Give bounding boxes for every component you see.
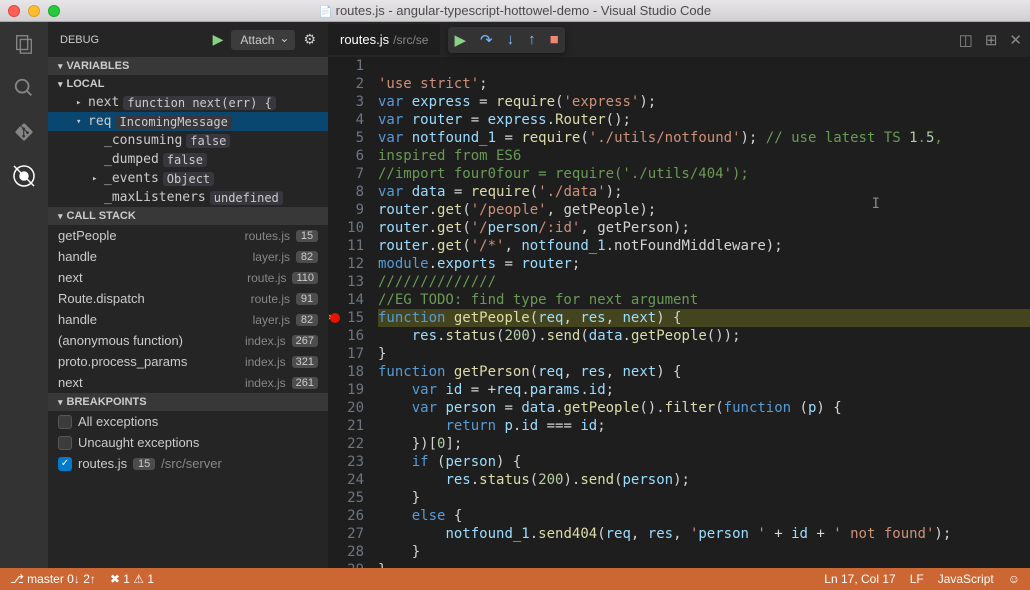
variable-item[interactable]: _dumped false [48,150,328,169]
variable-item[interactable]: _maxListeners undefined [48,188,328,207]
eol[interactable]: LF [910,572,924,586]
checkbox[interactable] [58,415,72,429]
tabbar: routes.js /src/se ▶ ↷ ↓ ↑ ■ ◫ ⊞ ✕ [328,22,1030,57]
titlebar: routes.js - angular-typescript-hottowel-… [0,0,1030,22]
gear-icon[interactable]: ⚙ [303,31,316,48]
more-icon[interactable]: ⊞ [985,31,998,49]
variables-header[interactable]: Variables [48,57,328,75]
activity-bar [0,22,48,568]
stackframe[interactable]: Route.dispatchroute.js91 [48,288,328,309]
checkbox[interactable] [58,436,72,450]
tab-routes[interactable]: routes.js /src/se [328,24,440,55]
variable-item[interactable]: ▾req IncomingMessage [48,112,328,131]
status-bar: ⎇ master 0↓ 2↑ ✖ 1 ⚠ 1 Ln 17, Col 17 LF … [0,568,1030,590]
split-icon[interactable]: ◫ [959,31,973,49]
language-mode[interactable]: JavaScript [938,572,994,586]
git-branch[interactable]: ⎇ master 0↓ 2↑ [10,572,96,586]
text-cursor-icon: I [872,195,880,213]
local-header[interactable]: Local [48,75,328,93]
debug-config-dropdown[interactable]: Attach [231,30,295,50]
search-icon[interactable] [12,76,36,100]
continue-icon[interactable]: ▶ [454,31,466,49]
stackframe[interactable]: handlelayer.js82 [48,246,328,267]
stackframe[interactable]: getPeopleroutes.js15 [48,225,328,246]
step-into-icon[interactable]: ↓ [507,31,515,49]
breakpoint-uncaught[interactable]: Uncaught exceptions [48,432,328,453]
debug-toolbar: ▶ ↷ ↓ ↑ ■ [448,27,564,53]
git-icon[interactable] [12,120,36,144]
breakpoints-header[interactable]: Breakpoints [48,393,328,411]
editor-area: routes.js /src/se ▶ ↷ ↓ ↑ ■ ◫ ⊞ ✕ 123456… [328,22,1030,568]
stackframe[interactable]: (anonymous function)index.js267 [48,330,328,351]
breakpoint-file[interactable]: ✓ routes.js 15 /src/server [48,453,328,474]
callstack-header[interactable]: Call Stack [48,207,328,225]
close-icon[interactable]: ✕ [1009,31,1022,49]
debug-icon[interactable] [12,164,36,188]
stackframe[interactable]: nextroute.js110 [48,267,328,288]
breakpoint-all-exceptions[interactable]: All exceptions [48,411,328,432]
cursor-position[interactable]: Ln 17, Col 17 [824,572,895,586]
step-out-icon[interactable]: ↑ [528,31,536,49]
step-over-icon[interactable]: ↷ [480,31,493,49]
stop-icon[interactable]: ■ [550,31,559,49]
stackframe[interactable]: proto.process_paramsindex.js321 [48,351,328,372]
variable-item[interactable]: ▸next function next(err) { [48,93,328,112]
stackframe[interactable]: nextindex.js261 [48,372,328,393]
feedback-icon[interactable]: ☺ [1008,572,1020,586]
debug-label: DEBUG [60,34,205,46]
code-editor[interactable]: 1234567891011121314➤15161718192021222324… [328,57,1030,568]
explorer-icon[interactable] [12,32,36,56]
start-debug-icon[interactable]: ▶ [213,31,224,48]
variable-item[interactable]: ▸_events Object [48,169,328,188]
stackframe[interactable]: handlelayer.js82 [48,309,328,330]
variable-item[interactable]: _consuming false [48,131,328,150]
window-title: routes.js - angular-typescript-hottowel-… [0,3,1030,18]
debug-sidebar: DEBUG ▶ Attach ⚙ Variables Local ▸next f… [48,22,328,568]
checkbox-checked[interactable]: ✓ [58,457,72,471]
errors-warnings[interactable]: ✖ 1 ⚠ 1 [110,572,154,586]
